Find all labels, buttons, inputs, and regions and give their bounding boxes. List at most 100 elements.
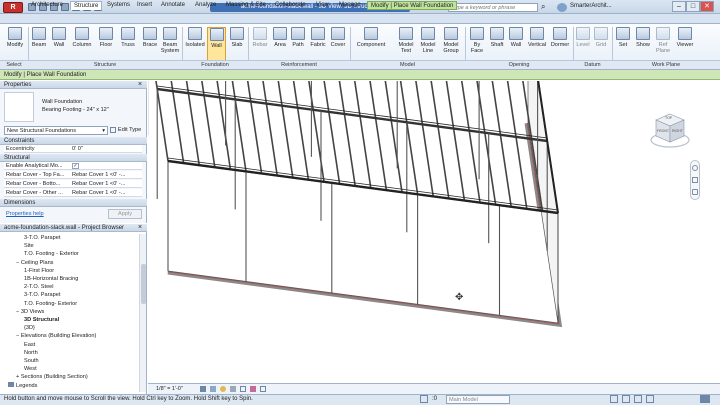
tree-item[interactable]: South [24,357,39,365]
viewcube[interactable]: TOP FRONT RIGHT [650,110,690,150]
model-group-button[interactable]: Model Group [440,27,462,63]
roof-joist[interactable] [294,0,325,182]
apply-button[interactable]: Apply [108,209,142,219]
enable-analytical-checkbox[interactable]: ✓ [72,163,79,169]
slab-button[interactable]: Slab [228,27,246,63]
scrollbar-thumb[interactable] [141,264,146,304]
floor-button[interactable]: Floor [96,27,116,63]
tree-item[interactable]: 1-First Floor [24,267,54,275]
show-button[interactable]: Show [634,27,652,63]
model-line-button[interactable]: Model Line [418,27,438,63]
detail-level-icon[interactable] [200,386,206,392]
tab-analyze[interactable]: Analyze [192,1,219,10]
instance-selector-dropdown[interactable]: New Structural Foundations ▾ [4,126,108,135]
close-button[interactable]: ✕ [700,1,714,12]
brace-button[interactable]: Brace [140,27,160,63]
wall-button[interactable]: Wall [50,27,68,63]
grid-button[interactable]: Grid [593,27,609,63]
binoculars-icon[interactable]: ⌕ [541,3,550,12]
crop-view-icon[interactable] [240,386,246,392]
select-pinned-icon[interactable] [634,395,642,403]
property-row[interactable]: Rebar Cover - Top Fa... Rebar Cover 1 <0'… [4,171,142,179]
roof-joist[interactable] [143,0,169,162]
select-links-icon[interactable] [610,395,618,403]
truss-button[interactable]: Truss [118,27,138,63]
browser-scrollbar[interactable] [139,234,146,392]
panel-reinforcement[interactable]: Reinforcement [248,60,350,69]
user-name[interactable]: SmarterArchit... [570,3,612,9]
property-row[interactable]: Enable Analytical Mo... ✓ [4,162,142,170]
navigation-bar[interactable] [690,160,700,200]
search-input[interactable]: Type a keyword or phrase [448,3,538,12]
temporary-hide-icon[interactable] [250,386,256,392]
tab-insert[interactable]: Insert [134,1,155,10]
maximize-button[interactable]: □ [686,1,700,12]
property-row[interactable]: Rebar Cover - Other ... Rebar Cover 1 <0'… [4,189,142,197]
section-dimensions[interactable]: Dimensions [0,199,147,207]
user-avatar-icon[interactable] [557,3,567,12]
roof-joist[interactable] [232,0,263,174]
property-value[interactable]: Rebar Cover 1 <0' -... [72,189,125,197]
roof-joist[interactable] [356,0,388,191]
tree-item[interactable]: 3-T.O. Parapet [24,291,60,299]
panel-structure[interactable]: Structure [28,60,182,69]
column-button[interactable]: Column [70,27,94,63]
section-constraints[interactable]: Constraints [0,137,147,145]
property-value[interactable]: Rebar Cover 1 <0' -... [72,180,125,188]
roof-joist[interactable] [341,0,372,189]
viewcube-front-label[interactable]: FRONT [657,129,669,133]
properties-help-link[interactable]: Properties help [6,210,44,218]
tab-manage[interactable]: Manage [336,1,364,10]
zoom-icon[interactable] [692,177,698,183]
wall-foundation-button[interactable]: Wall [207,27,226,63]
filter-icon[interactable] [700,395,710,403]
panel-foundation[interactable]: Foundation [182,60,248,69]
tree-item[interactable]: T.O. Footing - Exterior [24,250,79,258]
tab-structure[interactable]: Structure [70,1,103,10]
girder[interactable] [157,87,548,143]
area-button[interactable]: Area [272,27,288,63]
shadows-icon[interactable] [230,386,236,392]
tree-item[interactable]: − Ceiling Plans [16,259,53,267]
tab-architecture[interactable]: Architecture [28,1,66,10]
tab-annotate[interactable]: Annotate [158,1,188,10]
minimize-button[interactable]: – [672,1,686,12]
visual-style-icon[interactable] [210,386,216,392]
select-underlay-icon[interactable] [622,395,630,403]
tab-massing-site[interactable]: Massing & Site [223,1,269,10]
roof-joist[interactable] [310,0,341,184]
tree-item[interactable]: North [24,349,38,357]
worksets-icon[interactable] [420,395,428,403]
property-row[interactable]: Rebar Cover - Botto... Rebar Cover 1 <0' … [4,180,142,188]
roof-joist[interactable] [387,0,419,195]
pan-icon[interactable] [692,189,698,195]
tree-item[interactable]: + Sections (Building Section) [16,373,88,381]
property-row[interactable]: Eccentricity 0' 0" [4,145,142,153]
model-text-button[interactable]: Model Text [396,27,416,63]
tab-collaborate[interactable]: Collaborate [272,1,309,10]
viewcube-top-label[interactable]: TOP [665,116,672,120]
panel-work-plane[interactable]: Work Plane [612,60,720,69]
level-button[interactable]: Level [575,27,591,63]
tree-item[interactable]: 1B-Horizontal Bracing [24,275,78,283]
vertical-button[interactable]: Vertical [526,27,548,63]
tree-item[interactable]: East [24,341,35,349]
roof-joist[interactable] [433,0,466,201]
set-button[interactable]: Set [615,27,631,63]
tree-item[interactable]: − Elevations (Building Elevation) [16,332,96,340]
roof-joist[interactable] [247,0,278,176]
select-by-face-icon[interactable] [646,395,654,403]
tree-item[interactable]: − 3D Views [16,308,44,316]
section-structural[interactable]: Structural [0,154,147,162]
wall-opening-button[interactable]: Wall [507,27,525,63]
property-value[interactable]: Rebar Cover 1 <0' -... [72,171,125,179]
component-button[interactable]: Component [353,27,389,63]
ref-plane-button[interactable]: Ref Plane [654,27,672,63]
tree-item[interactable]: T.O. Footing- Exterior [24,300,77,308]
fabric-button[interactable]: Fabric [308,27,328,63]
close-icon[interactable]: × [138,81,142,89]
sun-path-icon[interactable] [220,386,226,392]
roof-joist[interactable] [278,0,310,180]
close-icon[interactable]: × [138,224,142,232]
viewcube-right-label[interactable]: RIGHT [672,129,683,133]
